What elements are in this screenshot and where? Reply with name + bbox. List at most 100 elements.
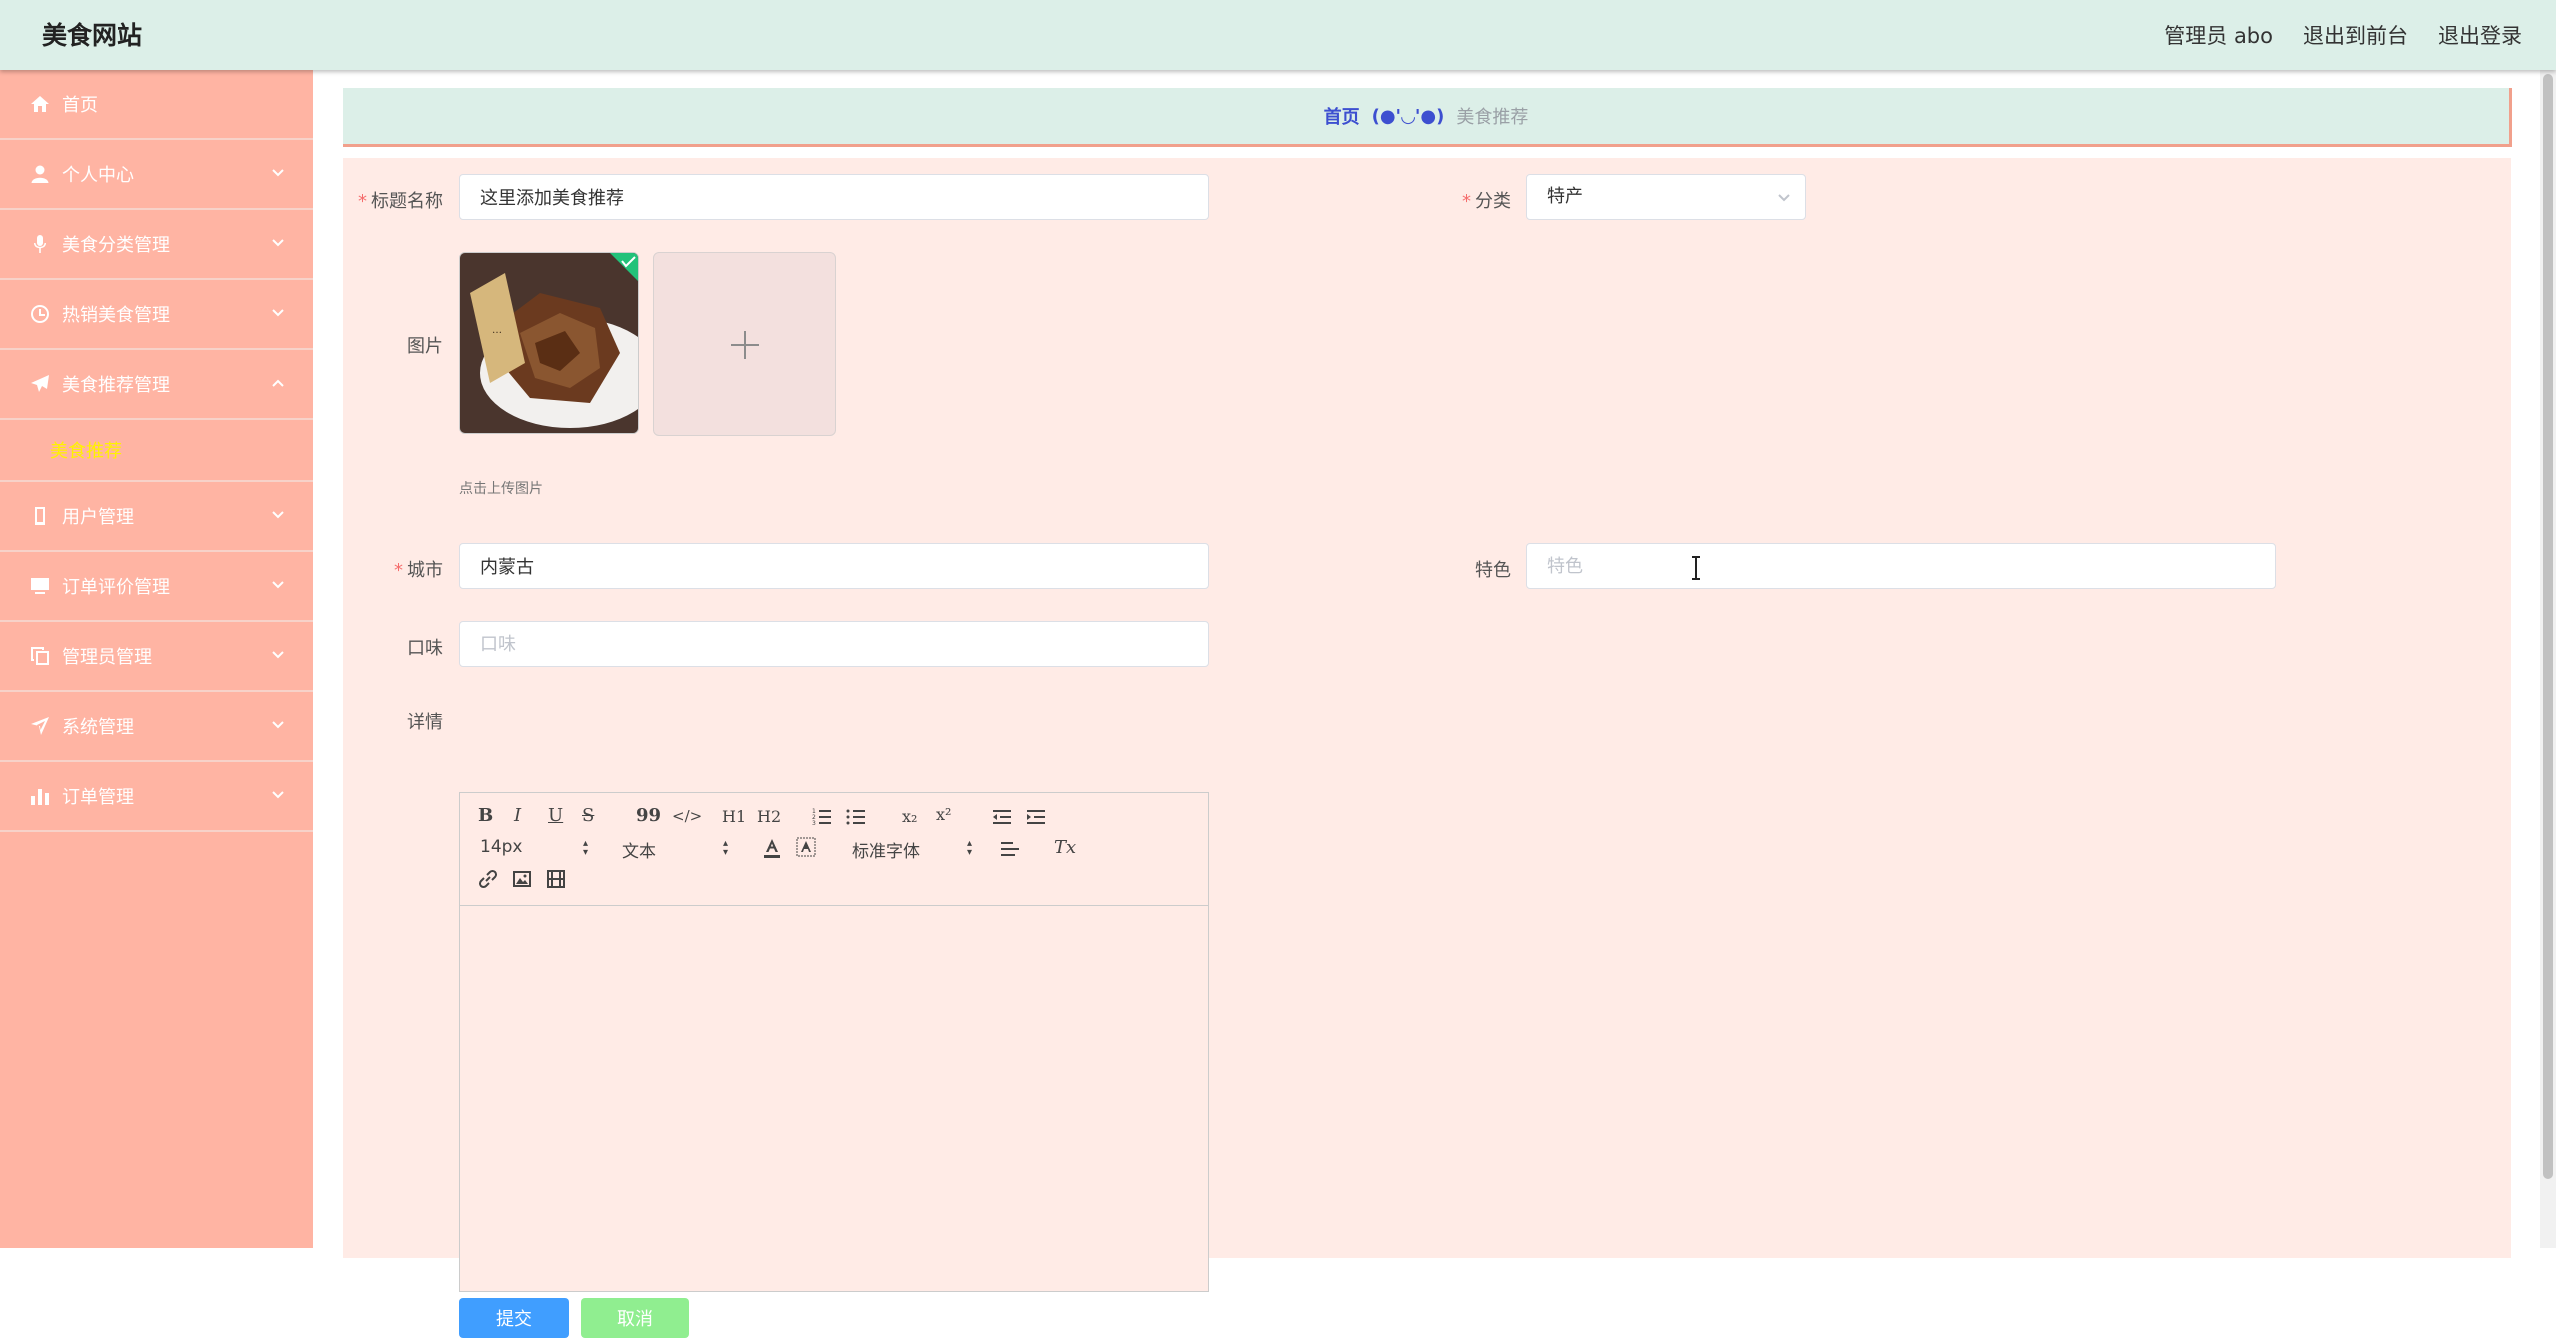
editor-toolbar: B I U S 99 </> H1 H2 123 x₂ x² 14px ▴▾ (460, 793, 1208, 906)
sidebar-item-user-management[interactable]: 用户管理 (0, 482, 313, 552)
breadcrumb-separator: (●'◡'●) (1371, 105, 1445, 127)
sidebar-item-label: 系统管理 (62, 717, 134, 738)
taste-label: 口味 (407, 638, 443, 659)
cancel-button[interactable]: 取消 (581, 1298, 689, 1338)
chevron-down-icon (272, 169, 284, 177)
detail-label: 详情 (407, 712, 443, 733)
font-color-icon[interactable] (762, 837, 782, 859)
send-icon (31, 375, 49, 392)
indent-icon[interactable] (1026, 807, 1046, 827)
italic-button[interactable]: I (514, 805, 521, 826)
sidebar: 首页 个人中心 美食分类管理 热销美食管理 美食推荐管理 美食推荐 用户管理 订… (0, 70, 313, 1248)
chart-icon (31, 789, 49, 805)
chevron-up-icon (272, 379, 284, 387)
user-icon (31, 165, 49, 183)
sidebar-item-hot-food[interactable]: 热销美食管理 (0, 280, 313, 350)
category-label: * 分类 (1462, 191, 1511, 212)
sidebar-item-food-recommend[interactable]: 美食推荐管理 (0, 350, 313, 420)
text-style-select[interactable]: 文本 ▴ ▾ (622, 837, 728, 863)
feature-label: 特色 (1475, 560, 1511, 581)
sidebar-item-label: 美食分类管理 (62, 235, 170, 256)
submit-button[interactable]: 提交 (459, 1298, 569, 1338)
upload-hint: 点击上传图片 (459, 481, 543, 497)
food-photo: … (460, 253, 638, 433)
image-label: 图片 (407, 336, 443, 357)
category-selected-value: 特产 (1547, 186, 1583, 207)
updown-arrow-icon: ▴ ▾ (966, 838, 972, 858)
updown-arrow-icon: ▴ ▾ (582, 838, 588, 858)
feature-input[interactable] (1526, 543, 2276, 589)
scrollbar-thumb[interactable] (2543, 74, 2553, 1179)
sidebar-item-label: 用户管理 (62, 507, 134, 528)
sidebar-item-order-management[interactable]: 订单管理 (0, 762, 313, 832)
background-color-icon[interactable] (796, 837, 816, 859)
breadcrumb-home[interactable]: 首页 (1324, 103, 1360, 129)
recommend-form: *标题名称 *分类 特产 图片 … (343, 158, 2511, 1338)
underline-button[interactable]: U (548, 805, 563, 826)
ordered-list-icon[interactable]: 123 (812, 807, 832, 827)
bullet-list-icon[interactable] (846, 807, 866, 827)
plus-icon (731, 331, 759, 359)
font-family-select[interactable]: 标准字体 ▴ ▾ (852, 837, 972, 863)
uploaded-food-image[interactable]: … (459, 252, 639, 434)
clock-icon (31, 305, 49, 323)
heading2-button[interactable]: H2 (757, 807, 781, 826)
site-brand: 美食网站 (42, 21, 143, 50)
clear-format-button[interactable]: Tx (1054, 837, 1076, 858)
outdent-icon[interactable] (992, 807, 1012, 827)
sidebar-item-system-management[interactable]: 系统管理 (0, 692, 313, 762)
mobile-icon (35, 507, 45, 525)
updown-arrow-icon: ▴ ▾ (722, 838, 728, 858)
heading1-button[interactable]: H1 (722, 807, 746, 826)
superscript-button[interactable]: x² (936, 805, 951, 824)
chevron-down-icon (272, 651, 284, 659)
location-icon (31, 717, 49, 735)
sidebar-item-label: 订单管理 (62, 787, 134, 808)
logout-link[interactable]: 退出登录 (2438, 20, 2522, 50)
sidebar-item-personal-center[interactable]: 个人中心 (0, 140, 313, 210)
image-upload-button[interactable] (653, 252, 836, 436)
city-label: * 城市 (394, 560, 443, 581)
back-to-front-link[interactable]: 退出到前台 (2303, 20, 2408, 50)
chevron-down-icon (272, 309, 284, 317)
video-icon[interactable] (546, 869, 566, 889)
breadcrumb-current: 美食推荐 (1456, 107, 1529, 128)
editor-content-area[interactable] (460, 905, 1208, 1291)
bold-button[interactable]: B (478, 805, 493, 826)
chevron-down-icon (272, 721, 284, 729)
sidebar-item-label: 订单评价管理 (62, 577, 170, 598)
svg-text:3: 3 (812, 820, 816, 827)
strikethrough-button[interactable]: S (582, 805, 594, 826)
sidebar-item-home[interactable]: 首页 (0, 70, 313, 140)
sidebar-item-food-category[interactable]: 美食分类管理 (0, 210, 313, 280)
copy-icon (31, 647, 49, 665)
font-size-value: 14px (480, 837, 523, 857)
monitor-icon (31, 578, 49, 594)
microphone-icon (34, 235, 46, 253)
subscript-button[interactable]: x₂ (902, 807, 917, 826)
font-size-select[interactable]: 14px ▴ ▾ (480, 837, 588, 858)
city-input[interactable] (459, 543, 1209, 589)
chevron-down-icon (1778, 194, 1790, 202)
chevron-down-icon (272, 581, 284, 589)
image-icon[interactable] (512, 869, 532, 889)
text-cursor-icon (1692, 556, 1700, 580)
sidebar-subitem-food-recommend[interactable]: 美食推荐 (0, 420, 313, 482)
font-family-value: 标准字体 (852, 842, 920, 862)
sidebar-item-order-review[interactable]: 订单评价管理 (0, 552, 313, 622)
chevron-down-icon (272, 791, 284, 799)
sidebar-item-label: 个人中心 (62, 165, 134, 186)
align-left-icon[interactable] (1000, 839, 1020, 859)
sidebar-item-label: 首页 (62, 95, 98, 116)
sidebar-item-admin-management[interactable]: 管理员管理 (0, 622, 313, 692)
sidebar-item-label: 管理员管理 (62, 647, 152, 668)
blockquote-button[interactable]: 99 (636, 805, 661, 826)
admin-user-label: 管理员 abo (2164, 24, 2273, 48)
title-input[interactable] (459, 174, 1209, 220)
category-select[interactable]: 特产 (1526, 174, 1806, 220)
main-content: 首页 (●'◡'●) 美食推荐 *标题名称 *分类 特产 图片 … (343, 88, 2512, 1338)
sidebar-item-label: 美食推荐管理 (62, 375, 170, 396)
taste-input[interactable] (459, 621, 1209, 667)
link-icon[interactable] (478, 869, 498, 889)
code-block-button[interactable]: </> (672, 807, 702, 825)
